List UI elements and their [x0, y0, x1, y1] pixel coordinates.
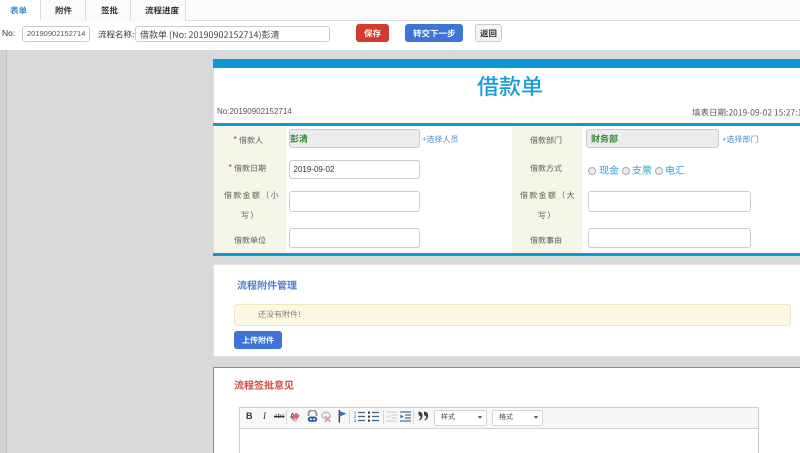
- svg-text:3: 3: [354, 418, 357, 422]
